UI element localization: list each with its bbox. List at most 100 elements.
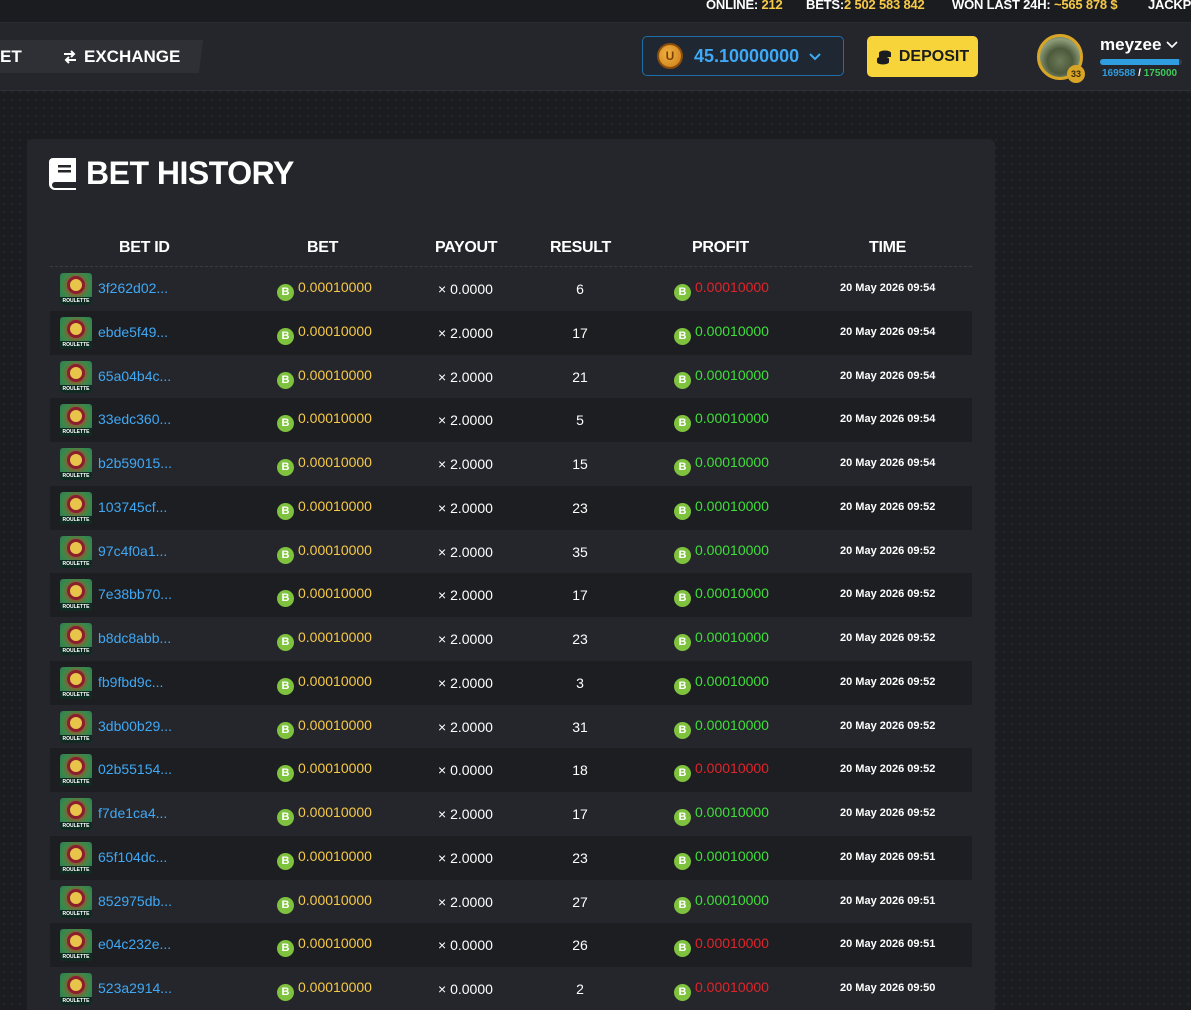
bet-id-link[interactable]: 103745cf...	[98, 499, 167, 515]
result-value: 15	[572, 456, 588, 472]
btc-icon: B	[277, 415, 294, 433]
bet-amount-value: 0.00010000	[298, 629, 372, 645]
jackpot-label: JACKP	[1148, 0, 1191, 12]
roulette-game-icon[interactable]: ROULETTE	[60, 754, 92, 787]
bet-amount: B 0.00010000	[277, 323, 372, 345]
bet-id-link[interactable]: 3f262d02...	[98, 280, 168, 296]
roulette-game-icon[interactable]: ROULETTE	[60, 448, 92, 480]
bet-time: 20 May 2026 09:54	[840, 457, 936, 469]
bet-id-link[interactable]: 65a04b4c...	[98, 368, 171, 384]
btc-icon: B	[277, 852, 294, 870]
roulette-game-icon[interactable]: ROULETTE	[60, 273, 92, 305]
roulette-game-icon[interactable]: ROULETTE	[60, 885, 92, 918]
btc-icon: B	[277, 765, 294, 783]
table-row[interactable]: ROULETTE 65f104dc... B 0.00010000 × 2.000…	[50, 835, 972, 880]
nav-item-exchange[interactable]: EXCHANGE	[62, 47, 180, 67]
profit: B 0.00010000	[674, 454, 769, 476]
bet-amount-value: 0.00010000	[298, 585, 372, 602]
bet-amount: B 0.00010000	[277, 892, 372, 914]
bet-id-link[interactable]: 65f104dc...	[98, 849, 167, 865]
profit-value: 0.00010000	[695, 935, 769, 952]
deposit-label: DEPOSIT	[898, 47, 970, 65]
roulette-game-icon[interactable]: ROULETTE	[60, 579, 92, 612]
username: meyzee	[1100, 35, 1162, 54]
column-header-result[interactable]: RESULT	[550, 239, 611, 257]
btc-icon: B	[277, 502, 294, 520]
column-header-time[interactable]: TIME	[869, 239, 906, 257]
btc-icon: B	[277, 896, 294, 914]
bet-id-link[interactable]: 3db00b29...	[98, 718, 172, 734]
table-row[interactable]: ROULETTE b8dc8abb... B 0.00010000 × 2.000…	[50, 617, 972, 661]
bet-id-link[interactable]: f7de1ca4...	[98, 805, 167, 821]
table-row[interactable]: ROULETTE b2b59015... B 0.00010000 × 2.000…	[50, 442, 972, 486]
roulette-game-icon[interactable]: ROULETTE	[60, 973, 92, 1005]
bet-id-link[interactable]: 523a2914...	[98, 980, 172, 996]
btc-icon: B	[277, 634, 294, 651]
table-row[interactable]: ROULETTE 3db00b29... B 0.00010000 × 2.000…	[50, 705, 972, 749]
table-row[interactable]: ROULETTE 852975db... B 0.00010000 × 2.000…	[50, 880, 972, 924]
table-row[interactable]: ROULETTE 3f262d02... B 0.00010000 × 0.000…	[50, 267, 972, 311]
table-row[interactable]: ROULETTE 02b55154... B 0.00010000 × 0.000…	[50, 748, 972, 792]
table-row[interactable]: ROULETTE e04c232e... B 0.00010000 × 0.000…	[50, 923, 972, 967]
deposit-button[interactable]: DEPOSIT	[867, 36, 978, 77]
table-row[interactable]: ROULETTE 7e38bb70... B 0.00010000 × 2.000…	[50, 573, 972, 617]
bet-id-link[interactable]: b8dc8abb...	[98, 630, 171, 646]
roulette-game-icon[interactable]: ROULETTE	[60, 535, 92, 568]
column-header-payout[interactable]: PAYOUT	[435, 239, 498, 257]
table-row[interactable]: ROULETTE 97c4f0a1... B 0.00010000 × 2.000…	[50, 530, 972, 574]
bet-id-link[interactable]: 33edc360...	[98, 411, 171, 427]
profit-value: 0.00010000	[695, 322, 769, 339]
bet-id-link[interactable]: b2b59015...	[98, 455, 172, 471]
profit-value: 0.00010000	[695, 541, 769, 558]
roulette-game-icon[interactable]: ROULETTE	[60, 316, 92, 349]
column-header-bet[interactable]: BET	[307, 239, 338, 257]
game-tag: ROULETTE	[60, 865, 92, 874]
bet-id-link[interactable]: e04c232e...	[98, 936, 171, 952]
balance-dropdown[interactable]: U 45.10000000	[642, 36, 844, 76]
roulette-game-icon[interactable]: ROULETTE	[60, 404, 92, 437]
game-tag: ROULETTE	[60, 822, 92, 830]
nav-item-partial[interactable]: ET	[0, 47, 22, 67]
bet-id-link[interactable]: fb9fbd9c...	[98, 674, 163, 690]
btc-icon: B	[674, 459, 691, 476]
bet-time: 20 May 2026 09:54	[840, 413, 936, 426]
bet-time: 20 May 2026 09:52	[840, 544, 936, 557]
bet-id-link[interactable]: ebde5f49...	[98, 324, 168, 340]
column-header-profit[interactable]: PROFIT	[692, 239, 749, 257]
table-row[interactable]: ROULETTE f7de1ca4... B 0.00010000 × 2.000…	[50, 792, 972, 836]
roulette-game-icon[interactable]: ROULETTE	[60, 491, 92, 524]
bet-id-link[interactable]: 02b55154...	[98, 761, 172, 777]
bet-id-link[interactable]: 852975db...	[98, 893, 172, 909]
bet-amount-value: 0.00010000	[298, 454, 372, 470]
table-row[interactable]: ROULETTE 33edc360... B 0.00010000 × 2.000…	[50, 398, 972, 442]
profit: B 0.00010000	[674, 717, 769, 739]
bet-amount: B 0.00010000	[277, 367, 372, 389]
roulette-game-icon[interactable]: ROULETTE	[60, 623, 92, 655]
table-row[interactable]: ROULETTE 523a2914... B 0.00010000 × 0.000…	[50, 967, 972, 1010]
bet-amount: B 0.00010000	[277, 935, 372, 958]
btc-icon: B	[674, 371, 691, 389]
roulette-wheel-icon	[67, 976, 85, 994]
btc-icon: B	[674, 284, 691, 301]
profit-value: 0.00010000	[695, 585, 769, 602]
bet-id-link[interactable]: 7e38bb70...	[98, 586, 172, 602]
roulette-game-icon[interactable]: ROULETTE	[60, 798, 92, 830]
table-row[interactable]: ROULETTE fb9fbd9c... B 0.00010000 × 2.000…	[50, 660, 972, 705]
payout-value: × 0.0000	[438, 762, 493, 779]
roulette-game-icon[interactable]: ROULETTE	[60, 929, 92, 962]
bet-id-link[interactable]: 97c4f0a1...	[98, 543, 167, 559]
column-header-bet-id[interactable]: BET ID	[119, 239, 170, 257]
btc-icon: B	[674, 721, 691, 739]
bets-stat: BETS:2 502 583 842	[806, 0, 925, 12]
roulette-game-icon[interactable]: ROULETTE	[60, 666, 92, 699]
roulette-game-icon[interactable]: ROULETTE	[60, 360, 92, 393]
user-menu[interactable]: meyzee	[1100, 35, 1179, 55]
table-row[interactable]: ROULETTE ebde5f49... B 0.00010000 × 2.000…	[50, 310, 972, 355]
roulette-wheel-icon	[67, 844, 85, 863]
profit-value: 0.00010000	[695, 410, 769, 427]
table-row[interactable]: ROULETTE 65a04b4c... B 0.00010000 × 2.000…	[50, 355, 972, 399]
table-row[interactable]: ROULETTE 103745cf... B 0.00010000 × 2.000…	[50, 485, 972, 530]
roulette-game-icon[interactable]: ROULETTE	[60, 710, 92, 743]
roulette-game-icon[interactable]: ROULETTE	[60, 841, 92, 874]
profit-value: 0.00010000	[695, 454, 769, 470]
